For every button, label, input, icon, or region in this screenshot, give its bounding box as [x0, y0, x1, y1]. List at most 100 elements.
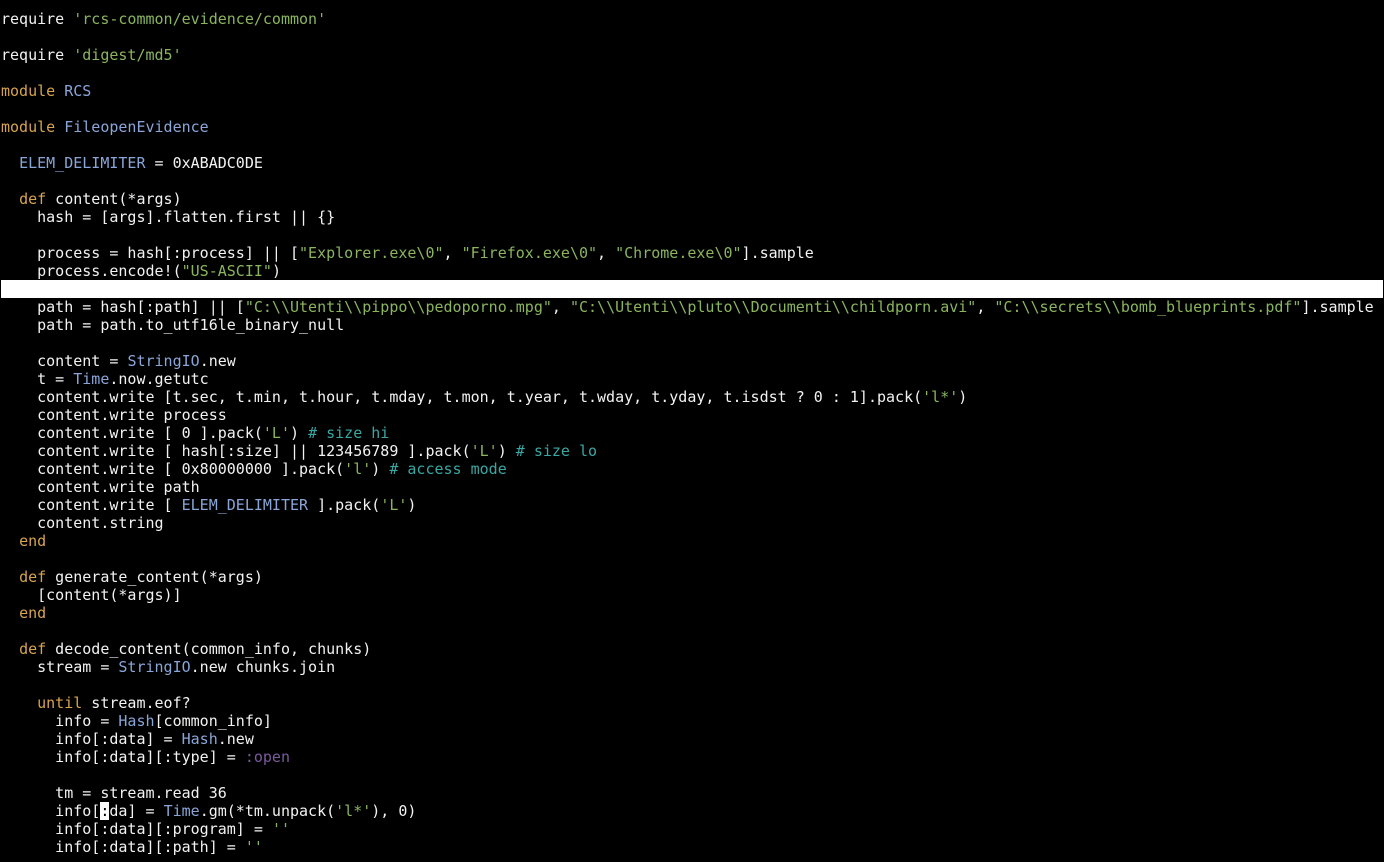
code-line[interactable] — [1, 334, 1383, 352]
code-token: 'L' — [470, 442, 498, 460]
code-line[interactable] — [1, 172, 1383, 190]
code-line[interactable]: info = Hash[common_info] — [1, 712, 1383, 730]
code-token: content.write [ 0x80000000 ].pack( — [1, 460, 345, 478]
code-token: content.write [ hash[:size] || 123456789… — [1, 442, 471, 460]
code-token: 'L' — [380, 496, 408, 514]
code-line[interactable]: require 'rcs-common/evidence/common' — [1, 10, 1383, 28]
code-line[interactable] — [1, 676, 1383, 694]
code-line[interactable]: module FileopenEvidence — [1, 118, 1383, 136]
code-token: ), 0) — [371, 802, 417, 820]
code-line[interactable]: end — [1, 604, 1383, 622]
code-line[interactable]: content = StringIO.new — [1, 352, 1383, 370]
code-token: .new — [217, 730, 254, 748]
code-line[interactable]: end — [1, 532, 1383, 550]
code-token: , — [976, 298, 995, 316]
code-token: process.encode!( — [1, 262, 182, 280]
code-token: content.string — [1, 514, 164, 532]
code-line[interactable]: def generate_content(*args) — [1, 568, 1383, 586]
code-token: 'l*' — [922, 388, 959, 406]
code-token: ) — [497, 442, 516, 460]
code-line[interactable] — [1, 136, 1383, 154]
code-line[interactable] — [1, 766, 1383, 784]
code-line[interactable]: until stream.eof? — [1, 694, 1383, 712]
code-line[interactable] — [1, 226, 1383, 244]
code-token: .gm(*tm.unpack( — [199, 802, 336, 820]
code-token: decode_content(common_info, chunks) — [46, 640, 372, 658]
code-token: ].sample — [1301, 298, 1374, 316]
code-line[interactable] — [1, 64, 1383, 82]
code-line[interactable]: t = Time.now.getutc — [1, 370, 1383, 388]
code-token: require — [1, 46, 74, 64]
code-line[interactable]: hash = [args].flatten.first || {} — [1, 208, 1383, 226]
code-line[interactable]: path = path.to_utf16le_binary_null — [1, 316, 1383, 334]
code-token: content.write [ 0 ].pack( — [1, 424, 263, 442]
code-line[interactable]: content.write [ hash[:size] || 123456789… — [1, 442, 1383, 460]
code-line[interactable]: content.string — [1, 514, 1383, 532]
code-token: path = path.to_utf16le_binary_null — [1, 316, 345, 334]
code-line[interactable]: def content(*args) — [1, 190, 1383, 208]
code-token: "Explorer.exe\0" — [299, 244, 444, 262]
code-token: 'digest/md5' — [73, 46, 182, 64]
code-line[interactable]: content.write path — [1, 478, 1383, 496]
code-token: t = — [1, 370, 74, 388]
code-token: path = hash[:path] || [ — [1, 298, 245, 316]
code-line[interactable]: module RCS — [1, 82, 1383, 100]
code-token: def — [19, 568, 47, 586]
code-token: "C:\\secrets\\bomb_blueprints.pdf" — [994, 298, 1302, 316]
code-line[interactable] — [1, 100, 1383, 118]
code-token: ].sample — [741, 244, 814, 262]
code-token: 'L' — [262, 424, 290, 442]
code-token: .new — [199, 352, 236, 370]
code-line[interactable]: content.write [ 0 ].pack('L') # size hi — [1, 424, 1383, 442]
code-token: Time — [73, 370, 110, 388]
code-line[interactable]: info[:data][:path] = '' — [1, 838, 1383, 856]
code-token: , — [551, 298, 570, 316]
code-line[interactable]: def decode_content(common_info, chunks) — [1, 640, 1383, 658]
code-line[interactable]: content.write [ 0x80000000 ].pack('l') #… — [1, 460, 1383, 478]
code-line[interactable]: info[:data][:program] = '' — [1, 820, 1383, 838]
code-token: Time — [163, 802, 200, 820]
code-line[interactable]: content.write process — [1, 406, 1383, 424]
code-line[interactable]: content.write [t.sec, t.min, t.hour, t.m… — [1, 388, 1383, 406]
code-editor[interactable]: require 'rcs-common/evidence/common' requ… — [1, 10, 1383, 856]
code-token: = 0xABADC0DE — [145, 154, 263, 172]
code-token: stream.eof? — [82, 694, 191, 712]
code-line[interactable]: ELEM_DELIMITER = 0xABADC0DE — [1, 154, 1383, 172]
code-token: "C:\\Utenti\\pluto\\Documenti\\childporn… — [569, 298, 977, 316]
code-line[interactable]: require 'digest/md5' — [1, 46, 1383, 64]
code-token: [common_info] — [154, 712, 272, 730]
code-line[interactable]: info[:data][:type] = :open — [1, 748, 1383, 766]
code-token: info[:data][:type] = — [1, 748, 245, 766]
code-token: StringIO — [118, 658, 191, 676]
code-token: content.write path — [1, 478, 200, 496]
code-token: content.write [ — [1, 496, 182, 514]
code-line[interactable] — [1, 622, 1383, 640]
code-token: da] = — [109, 802, 164, 820]
code-token: until — [37, 694, 83, 712]
code-token: content = — [1, 352, 128, 370]
code-line[interactable]: path = hash[:path] || ["C:\\Utenti\\pipp… — [1, 298, 1383, 316]
code-line[interactable]: tm = stream.read 36 — [1, 784, 1383, 802]
code-token: StringIO — [127, 352, 200, 370]
code-token: require — [1, 10, 74, 28]
code-line[interactable]: process = hash[:process] || ["Explorer.e… — [1, 244, 1383, 262]
code-token: ELEM_DELIMITER — [181, 496, 309, 514]
code-line[interactable]: [content(*args)] — [1, 586, 1383, 604]
code-line[interactable]: info[:data] = Hash.new — [1, 730, 1383, 748]
code-token: content(*args) — [46, 190, 182, 208]
code-token: end — [19, 604, 47, 622]
code-line[interactable]: process.encode!("US-ASCII") — [1, 262, 1383, 280]
code-line[interactable]: stream = StringIO.new chunks.join — [1, 658, 1383, 676]
code-line[interactable]: content.write [ ELEM_DELIMITER ].pack('L… — [1, 496, 1383, 514]
code-token: module — [1, 118, 65, 136]
code-line[interactable]: info[:da] = Time.gm(*tm.unpack('l*'), 0) — [1, 802, 1383, 820]
highlighted-code-line[interactable] — [1, 280, 1383, 298]
code-token: Hash — [181, 730, 218, 748]
code-line[interactable] — [1, 550, 1383, 568]
code-line[interactable] — [1, 28, 1383, 46]
